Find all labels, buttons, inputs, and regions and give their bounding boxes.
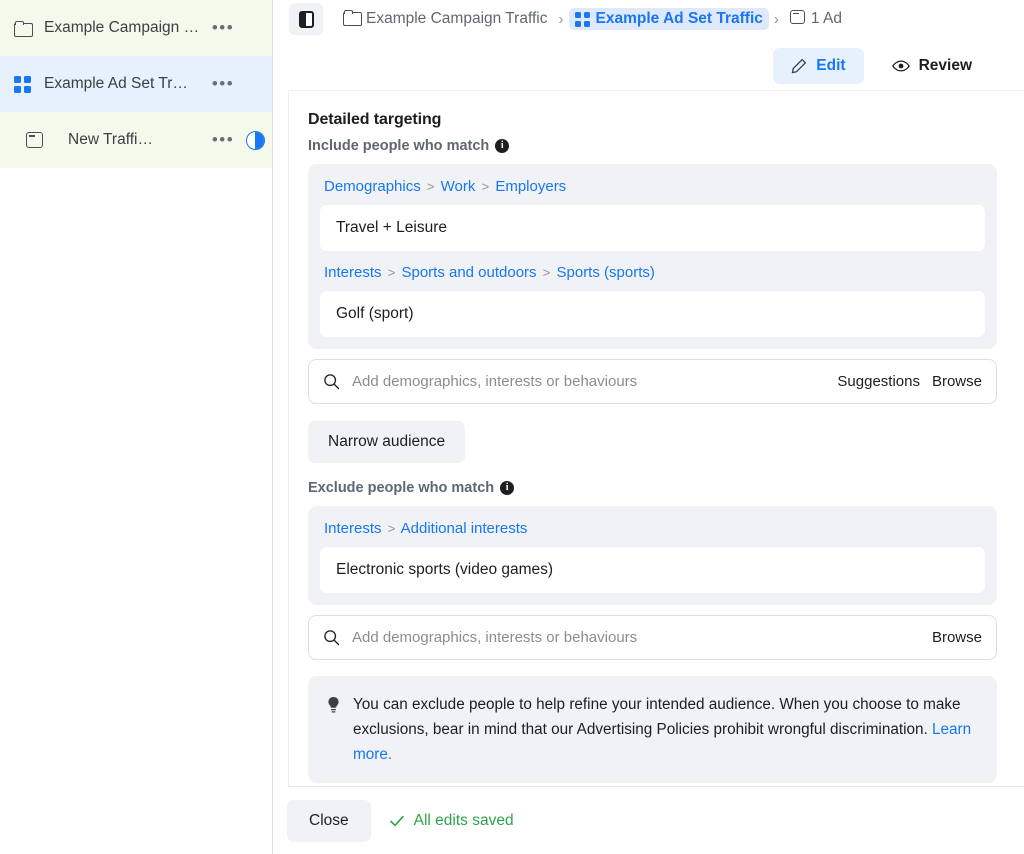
half-circle-icon[interactable] bbox=[238, 131, 272, 150]
path-link-work[interactable]: Work bbox=[441, 178, 476, 195]
sidebar-item-ad[interactable]: New Traffi… ••• bbox=[0, 112, 272, 168]
path-arrow: > bbox=[480, 179, 492, 194]
sidebar-item-adset-menu[interactable]: ••• bbox=[208, 79, 238, 89]
breadcrumb: Example Campaign Traffic › Example Ad Se… bbox=[273, 0, 1024, 38]
exclude-path-interests: Interests > Additional interests bbox=[324, 519, 983, 539]
info-icon[interactable]: i bbox=[500, 481, 514, 495]
path-arrow: > bbox=[386, 521, 398, 536]
sidebar: Example Campaign … ••• Example Ad Set Tr… bbox=[0, 0, 273, 854]
topbar-actions: Edit Review bbox=[773, 48, 990, 84]
include-path-demographics: Demographics > Work > Employers bbox=[324, 177, 983, 197]
notice-body: You can exclude people to help refine yo… bbox=[353, 696, 960, 738]
include-label: Include people who match bbox=[308, 138, 489, 154]
include-targeting-card: Demographics > Work > Employers Travel +… bbox=[308, 164, 997, 349]
browse-button-exclude[interactable]: Browse bbox=[932, 629, 982, 646]
exclude-search-row[interactable]: Add demographics, interests or behaviour… bbox=[308, 615, 997, 660]
path-link-interests[interactable]: Interests bbox=[324, 520, 382, 537]
suggestions-button[interactable]: Suggestions bbox=[837, 373, 920, 390]
include-label-row: Include people who match i bbox=[308, 138, 997, 154]
sidebar-item-adset[interactable]: Example Ad Set Tr… ••• bbox=[0, 56, 272, 112]
sidebar-item-campaign-label: Example Campaign … bbox=[44, 19, 208, 37]
grid-icon bbox=[0, 76, 44, 93]
sidebar-item-ad-menu[interactable]: ••• bbox=[208, 135, 238, 145]
sidebar-item-campaign-menu[interactable]: ••• bbox=[208, 23, 238, 33]
include-search-row[interactable]: Add demographics, interests or behaviour… bbox=[308, 359, 997, 404]
review-button[interactable]: Review bbox=[874, 48, 990, 84]
path-arrow: > bbox=[386, 265, 398, 280]
exclusion-notice: You can exclude people to help refine yo… bbox=[308, 676, 997, 783]
exclusion-notice-text: You can exclude people to help refine yo… bbox=[353, 692, 979, 767]
sidebar-item-adset-label: Example Ad Set Tr… bbox=[44, 75, 208, 93]
breadcrumb-item-ad[interactable]: 1 Ad bbox=[784, 8, 848, 31]
path-link-interests[interactable]: Interests bbox=[324, 264, 382, 281]
footer-bar: Close All edits saved bbox=[273, 788, 1024, 854]
check-icon bbox=[389, 813, 405, 829]
ad-window-icon bbox=[790, 10, 805, 29]
pencil-icon bbox=[791, 58, 807, 74]
topbar: Example Campaign Traffic › Example Ad Se… bbox=[273, 0, 1024, 90]
page-title: Detailed targeting bbox=[308, 111, 997, 129]
include-path-interests: Interests > Sports and outdoors > Sports… bbox=[324, 263, 983, 283]
breadcrumb-item-ad-label: 1 Ad bbox=[811, 10, 842, 28]
path-arrow: > bbox=[541, 265, 553, 280]
info-icon[interactable]: i bbox=[495, 139, 509, 153]
targeting-chip-golf[interactable]: Golf (sport) bbox=[320, 291, 985, 337]
detailed-targeting-panel: Detailed targeting Include people who ma… bbox=[288, 90, 1024, 787]
breadcrumb-item-adset-label: Example Ad Set Traffic bbox=[596, 10, 763, 28]
breadcrumb-separator-2: › bbox=[769, 11, 784, 28]
close-button[interactable]: Close bbox=[287, 800, 371, 842]
lightbulb-icon bbox=[326, 696, 341, 714]
grid-icon bbox=[575, 12, 590, 27]
exclude-label: Exclude people who match bbox=[308, 480, 494, 496]
include-search-input[interactable]: Add demographics, interests or behaviour… bbox=[352, 373, 825, 390]
path-link-demographics[interactable]: Demographics bbox=[324, 178, 421, 195]
sidebar-item-ad-label: New Traffi… bbox=[68, 131, 208, 149]
breadcrumb-item-campaign[interactable]: Example Campaign Traffic bbox=[337, 8, 554, 31]
search-icon bbox=[323, 629, 340, 646]
content-pane: Example Campaign Traffic › Example Ad Se… bbox=[273, 0, 1024, 854]
edit-button-label: Edit bbox=[816, 57, 845, 75]
narrow-audience-button[interactable]: Narrow audience bbox=[308, 421, 465, 463]
path-link-sports[interactable]: Sports (sports) bbox=[557, 264, 655, 281]
eye-icon bbox=[892, 59, 910, 73]
path-link-employers[interactable]: Employers bbox=[495, 178, 566, 195]
exclude-label-row: Exclude people who match i bbox=[308, 480, 997, 496]
panel-toggle-icon[interactable] bbox=[289, 3, 323, 35]
breadcrumb-item-adset[interactable]: Example Ad Set Traffic bbox=[569, 8, 769, 30]
app-root: Example Campaign … ••• Example Ad Set Tr… bbox=[0, 0, 1024, 854]
edit-button[interactable]: Edit bbox=[773, 48, 863, 84]
folder-icon bbox=[0, 21, 44, 35]
exclude-search-input[interactable]: Add demographics, interests or behaviour… bbox=[352, 629, 920, 646]
search-icon bbox=[323, 373, 340, 390]
browse-button-include[interactable]: Browse bbox=[932, 373, 982, 390]
path-link-additional-interests[interactable]: Additional interests bbox=[401, 520, 528, 537]
status-badge: All edits saved bbox=[389, 812, 514, 830]
folder-icon bbox=[343, 10, 360, 29]
breadcrumb-item-campaign-label: Example Campaign Traffic bbox=[366, 10, 548, 28]
targeting-chip-travel-leisure[interactable]: Travel + Leisure bbox=[320, 205, 985, 251]
review-button-label: Review bbox=[919, 57, 972, 75]
path-link-sports-outdoors[interactable]: Sports and outdoors bbox=[401, 264, 536, 281]
breadcrumb-separator: › bbox=[554, 11, 569, 28]
exclude-targeting-card: Interests > Additional interests Electro… bbox=[308, 506, 997, 605]
path-arrow: > bbox=[425, 179, 437, 194]
status-badge-label: All edits saved bbox=[414, 812, 514, 830]
sidebar-item-campaign[interactable]: Example Campaign … ••• bbox=[0, 0, 272, 56]
targeting-chip-esports[interactable]: Electronic sports (video games) bbox=[320, 547, 985, 593]
ad-window-icon bbox=[0, 132, 68, 148]
